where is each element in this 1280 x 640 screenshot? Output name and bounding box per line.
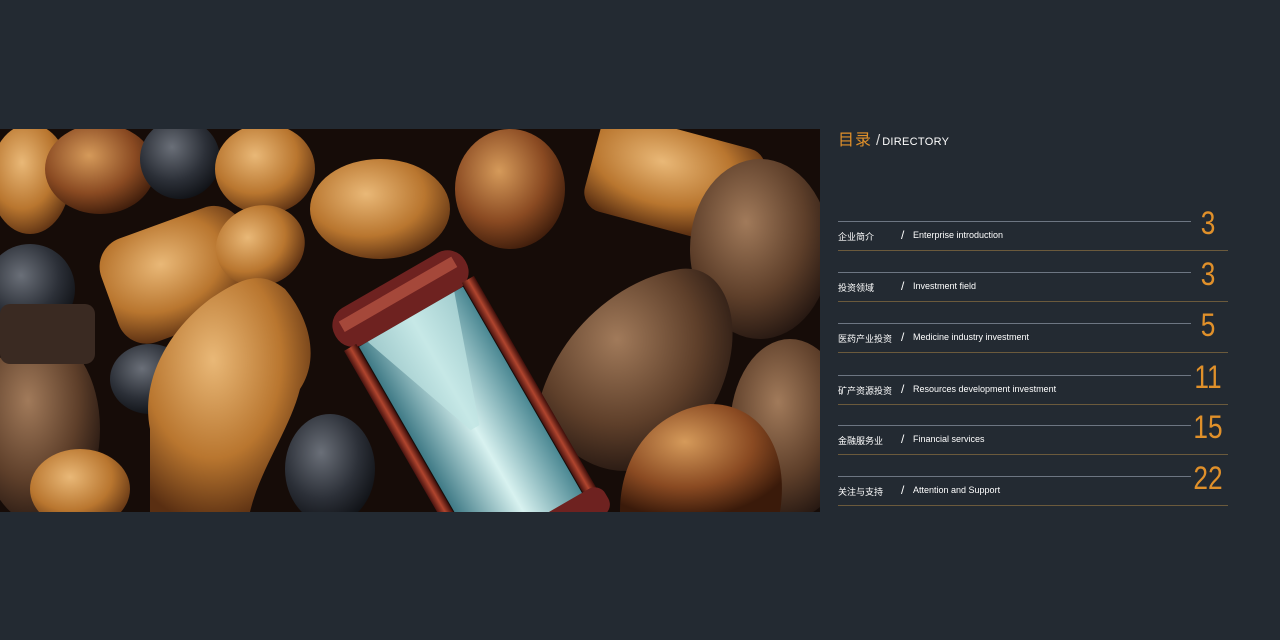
entry-separator: / (901, 483, 905, 497)
hero-photo (0, 129, 820, 512)
entry-top-rule (838, 272, 1191, 273)
entry-top-rule (838, 425, 1191, 426)
entry-label-en: Medicine industry investment (913, 332, 1030, 342)
directory-heading: 目录 / DIRECTORY (838, 126, 949, 150)
entry-label-en: Financial services (913, 434, 985, 444)
entry-label-cn: 金融服务业 (838, 437, 884, 447)
entry-separator: / (901, 432, 905, 446)
entry-page-number: 3 (1200, 205, 1216, 241)
entry-page-number: 11 (1194, 359, 1222, 395)
entry-label-cn: 关注与支持 (838, 488, 884, 498)
entry-label-en: Enterprise introduction (913, 230, 1004, 240)
entry-top-rule (838, 476, 1191, 477)
entry-label-en: Resources development investment (913, 384, 1057, 394)
entry-bottom-rule (838, 404, 1228, 405)
entry-separator: / (901, 330, 905, 344)
entry-label-en: Investment field (913, 281, 977, 291)
entry-separator: / (901, 228, 905, 242)
directory-entry[interactable]: 矿产资源投资 / Resources development investmen… (838, 359, 1228, 417)
entry-label-en: Attention and Support (913, 485, 1001, 495)
entry-label-cn: 投资领域 (838, 284, 875, 294)
entry-label-cn: 医药产业投资 (838, 335, 893, 345)
entry-page-number: 3 (1200, 256, 1216, 292)
directory-entry[interactable]: 医药产业投资 / Medicine industry investment 5 (838, 307, 1228, 365)
entry-bottom-rule (838, 352, 1228, 353)
directory-panel: 目录 / DIRECTORY 企业简介 / Enterprise introduct… (838, 120, 1228, 520)
entry-page-number: 22 (1193, 460, 1223, 496)
directory-title-en: DIRECTORY (882, 136, 950, 148)
chess-pieces-hourglass-illustration (0, 129, 820, 512)
entry-bottom-rule (838, 250, 1228, 251)
entry-page-number: 5 (1200, 307, 1216, 343)
directory-title-cn: 目录 (838, 130, 873, 149)
entry-bottom-rule (838, 301, 1228, 302)
entry-page-number: 15 (1193, 409, 1223, 445)
entry-label-cn: 企业简介 (838, 233, 875, 243)
directory-entry[interactable]: 企业简介 / Enterprise introduction 3 (838, 205, 1228, 263)
entry-top-rule (838, 323, 1191, 324)
directory-entry[interactable]: 关注与支持 / Attention and Support 22 (838, 460, 1228, 518)
entry-label-cn: 矿产资源投资 (838, 387, 893, 397)
entry-separator: / (901, 279, 905, 293)
entry-separator: / (901, 382, 905, 396)
directory-title-separator: / (876, 132, 881, 149)
directory-entry[interactable]: 投资领域 / Investment field 3 (838, 256, 1228, 314)
entry-top-rule (838, 375, 1191, 376)
entry-bottom-rule (838, 505, 1228, 506)
entry-top-rule (838, 221, 1191, 222)
directory-entry[interactable]: 金融服务业 / Financial services 15 (838, 409, 1228, 467)
entry-bottom-rule (838, 454, 1228, 455)
